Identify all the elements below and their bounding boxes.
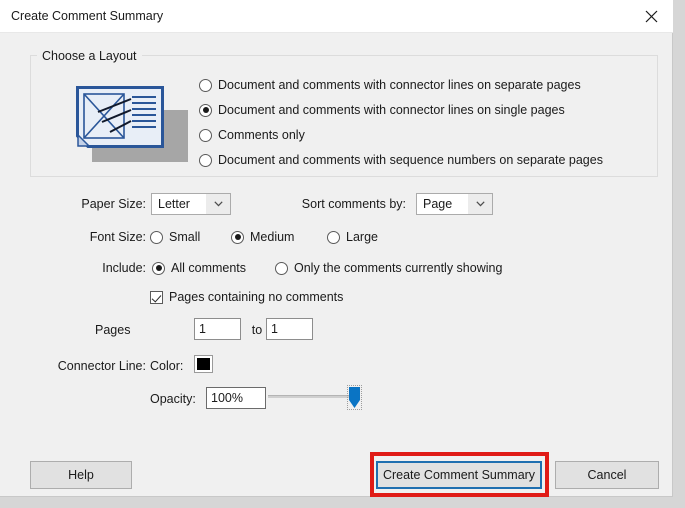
pages-containing-no-comments-checkbox[interactable]: Pages containing no comments <box>150 290 343 304</box>
help-button[interactable]: Help <box>30 461 132 489</box>
color-swatch-fill <box>197 358 210 370</box>
radio-indicator[interactable] <box>199 128 212 142</box>
connector-line-label: Connector Line: <box>57 359 146 373</box>
radio-indicator[interactable] <box>327 230 340 244</box>
paper-size-label: Paper Size: <box>81 197 146 211</box>
connector-color-swatch[interactable] <box>194 355 213 373</box>
create-comment-summary-dialog: Create Comment Summary Choose a Layout D… <box>0 0 673 497</box>
radio-indicator[interactable] <box>199 78 212 92</box>
radio-indicator[interactable] <box>199 153 212 167</box>
close-icon[interactable] <box>629 0 673 32</box>
font-size-option-small[interactable]: Small <box>150 230 200 244</box>
font-size-label: Font Size: <box>89 230 146 244</box>
cancel-button[interactable]: Cancel <box>555 461 659 489</box>
opacity-input[interactable]: 100% <box>206 387 266 409</box>
checkbox-label: Pages containing no comments <box>169 290 344 304</box>
color-label: Color: <box>150 359 184 373</box>
layout-option-label: Document and comments with connector lin… <box>218 103 565 117</box>
font-size-option-large[interactable]: Large <box>327 230 378 244</box>
font-size-option-label: Large <box>346 230 378 244</box>
layout-option-label: Comments only <box>218 128 305 142</box>
opacity-label: Opacity: <box>150 392 196 406</box>
include-label: Include: <box>102 261 146 275</box>
slider-thumb[interactable] <box>347 385 362 410</box>
radio-indicator[interactable] <box>275 261 288 275</box>
radio-indicator[interactable] <box>199 103 212 117</box>
radio-indicator[interactable] <box>231 230 244 244</box>
layout-option-0[interactable]: Document and comments with connector lin… <box>199 78 581 92</box>
document-comments-preview-icon <box>76 86 188 162</box>
sort-comments-value: Page <box>423 197 453 211</box>
pages-from-input[interactable]: 1 <box>194 318 241 340</box>
create-comment-summary-button[interactable]: Create Comment Summary <box>376 461 542 489</box>
choose-a-layout-legend: Choose a Layout <box>37 49 142 63</box>
slider-track[interactable] <box>268 395 356 398</box>
title-bar: Create Comment Summary <box>0 0 673 33</box>
pages-label: Pages <box>95 323 131 337</box>
chevron-down-icon[interactable] <box>468 194 492 214</box>
dialog-title: Create Comment Summary <box>11 9 164 23</box>
radio-indicator[interactable] <box>152 261 165 275</box>
pages-to-input[interactable]: 1 <box>266 318 313 340</box>
sort-comments-dropdown[interactable]: Page <box>416 193 493 215</box>
include-option-label: Only the comments currently showing <box>294 261 503 275</box>
include-option-all[interactable]: All comments <box>152 261 246 275</box>
font-size-option-label: Medium <box>250 230 295 244</box>
include-option-showing[interactable]: Only the comments currently showing <box>275 261 502 275</box>
radio-indicator[interactable] <box>150 230 163 244</box>
checkbox-indicator[interactable] <box>150 290 163 304</box>
layout-option-2[interactable]: Comments only <box>199 128 305 142</box>
font-size-option-label: Small <box>169 230 201 244</box>
layout-option-label: Document and comments with sequence numb… <box>218 153 603 167</box>
font-size-option-medium[interactable]: Medium <box>231 230 294 244</box>
include-option-label: All comments <box>171 261 247 275</box>
layout-option-3[interactable]: Document and comments with sequence numb… <box>199 153 603 167</box>
sort-comments-label: Sort comments by: <box>301 197 406 211</box>
opacity-slider[interactable] <box>268 385 368 410</box>
layout-option-label: Document and comments with connector lin… <box>218 78 581 92</box>
layout-option-1[interactable]: Document and comments with connector lin… <box>199 103 565 117</box>
